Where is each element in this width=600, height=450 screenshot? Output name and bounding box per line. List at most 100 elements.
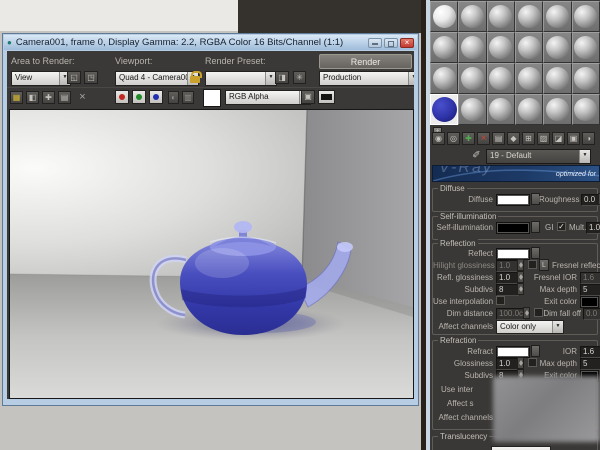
mult-field[interactable]: 1.0 [586,222,600,234]
material-name-dropdown[interactable]: 19 - Default▼ [486,149,591,164]
reflection-subdivs-spinner[interactable] [517,283,524,295]
material-slot[interactable] [458,1,486,32]
self-illumination-color-swatch[interactable] [496,222,530,234]
area-to-render-dropdown[interactable]: View▼ [11,71,71,86]
ior-field[interactable]: 1.6 [580,346,600,358]
clear-image-icon[interactable]: × [76,91,89,104]
fresnel-lock-button[interactable]: L [539,259,549,271]
clone-window-icon[interactable]: ◧ [26,91,39,104]
exit-color-swatch[interactable] [580,296,599,308]
use-interpolation-checkbox[interactable] [496,296,505,305]
minimize-button[interactable] [368,38,382,48]
dim-distance-spinner[interactable] [523,307,530,319]
material-slot[interactable] [543,63,571,94]
material-slot[interactable] [487,32,515,63]
render-window-titlebar[interactable]: ● Camera001, frame 0, Display Gamma: 2.2… [4,35,417,50]
assign-material-icon[interactable]: ✚ [462,132,475,145]
dim-distance-field[interactable]: 100.0c [496,308,526,320]
copy-material-icon[interactable]: ▤ [492,132,505,145]
material-slot[interactable] [515,1,543,32]
refl-glossiness-spinner[interactable] [517,271,524,283]
green-channel-button[interactable] [132,90,146,104]
exit-color-label: Exit color [537,297,577,307]
render-preset-dropdown[interactable]: ▼ [205,71,277,86]
get-material-icon[interactable]: ◉ [432,132,445,145]
save-preset-icon[interactable]: ◨ [275,71,289,84]
refl-glossiness-label: Refl. glossiness [433,273,493,283]
self-illumination-group-title: Self-illumination [438,212,498,221]
refraction-glossiness-checkbox[interactable] [528,358,537,367]
background-color-swatch[interactable] [203,89,221,107]
red-channel-icon [119,94,125,100]
maximize-button[interactable] [384,38,398,48]
material-slot[interactable] [487,94,515,125]
material-slot[interactable] [515,63,543,94]
material-sphere-preview [574,98,597,121]
put-to-library-icon[interactable]: ⊞ [522,132,535,145]
go-to-parent-icon[interactable]: ◑ [582,132,595,145]
reflection-max-depth-field[interactable]: 5 [580,284,600,296]
render-mode-dropdown[interactable]: Production▼ [319,71,414,86]
material-slot[interactable] [543,1,571,32]
material-slot[interactable] [572,32,600,63]
alpha-channel-button[interactable]: ▥ [182,91,194,104]
material-slot[interactable] [458,94,486,125]
edit-region-button[interactable]: ◱ [67,71,81,84]
refract-map-button[interactable] [531,345,540,357]
refract-color-swatch[interactable] [496,346,530,358]
material-slot[interactable] [543,94,571,125]
show-end-result-icon[interactable]: ▣ [567,132,580,145]
preset-settings-icon[interactable]: ✳ [293,71,306,84]
gi-checkbox[interactable]: ✓ [557,222,566,231]
copy-image-icon[interactable]: ✚ [42,91,55,104]
material-slot[interactable] [543,32,571,63]
material-slot[interactable] [458,63,486,94]
dim-falloff-field[interactable]: 0.0 [583,308,600,320]
pick-material-button[interactable]: ✐ [470,149,483,162]
channel-display-dropdown[interactable]: RGB Alpha▼ [225,90,311,105]
material-slot[interactable] [487,1,515,32]
viewport-lock-button[interactable] [189,70,201,84]
viewport-dropdown[interactable]: Quad 4 - Camera001▼ [115,71,199,86]
reflection-affect-channels-dropdown[interactable]: Color only▼ [496,320,564,334]
color-correction-icon[interactable]: ▣ [301,90,315,104]
reflect-map-button[interactable] [531,247,540,259]
hilight-lock-checkbox[interactable] [528,260,537,269]
mono-channel-button[interactable]: ◐ [168,91,179,104]
exposure-toggle-icon[interactable] [318,90,335,104]
make-unique-icon[interactable]: ◆ [507,132,520,145]
translucency-type-dropdown[interactable] [491,446,551,450]
put-material-icon[interactable]: ◎ [447,132,460,145]
material-slot[interactable] [515,32,543,63]
material-slot-selected[interactable] [430,94,458,125]
dropdown-arrow-icon: ▼ [408,72,414,85]
save-image-icon[interactable]: ▦ [10,91,23,104]
close-button[interactable]: × [400,38,414,48]
refraction-max-depth-field[interactable]: 5 [580,358,600,370]
print-image-icon[interactable]: ▤ [58,91,71,104]
show-map-in-viewport-icon[interactable]: ◪ [552,132,565,145]
material-slot[interactable] [572,94,600,125]
reset-material-icon[interactable]: × [477,132,490,145]
dim-distance-checkbox[interactable] [534,308,543,317]
reflect-color-swatch[interactable] [496,248,530,260]
material-slot[interactable] [430,32,458,63]
material-slot[interactable] [430,63,458,94]
material-slot[interactable] [572,63,600,94]
self-illumination-map-button[interactable] [531,221,540,233]
material-editor-panel: + ◉ ◎ ✚ × ▤ ◆ ⊞ ▨ ◪ ▣ ◑ ✐ 19 - Default▼ … [430,0,600,450]
material-slot[interactable] [572,1,600,32]
blue-channel-button[interactable] [149,90,163,104]
fresnel-ior-field[interactable]: 1.6 [580,272,600,284]
material-slot[interactable] [487,63,515,94]
auto-region-button[interactable]: ◳ [84,71,98,84]
material-slot[interactable] [430,1,458,32]
render-button[interactable]: Render [319,54,412,69]
refraction-glossiness-spinner[interactable] [517,357,524,369]
material-slot[interactable] [515,94,543,125]
red-channel-button[interactable] [115,90,129,104]
material-slot[interactable] [458,32,486,63]
material-id-icon[interactable]: ▨ [537,132,550,145]
hilight-glossiness-spinner[interactable] [517,259,524,271]
diffuse-color-swatch[interactable] [496,194,530,206]
